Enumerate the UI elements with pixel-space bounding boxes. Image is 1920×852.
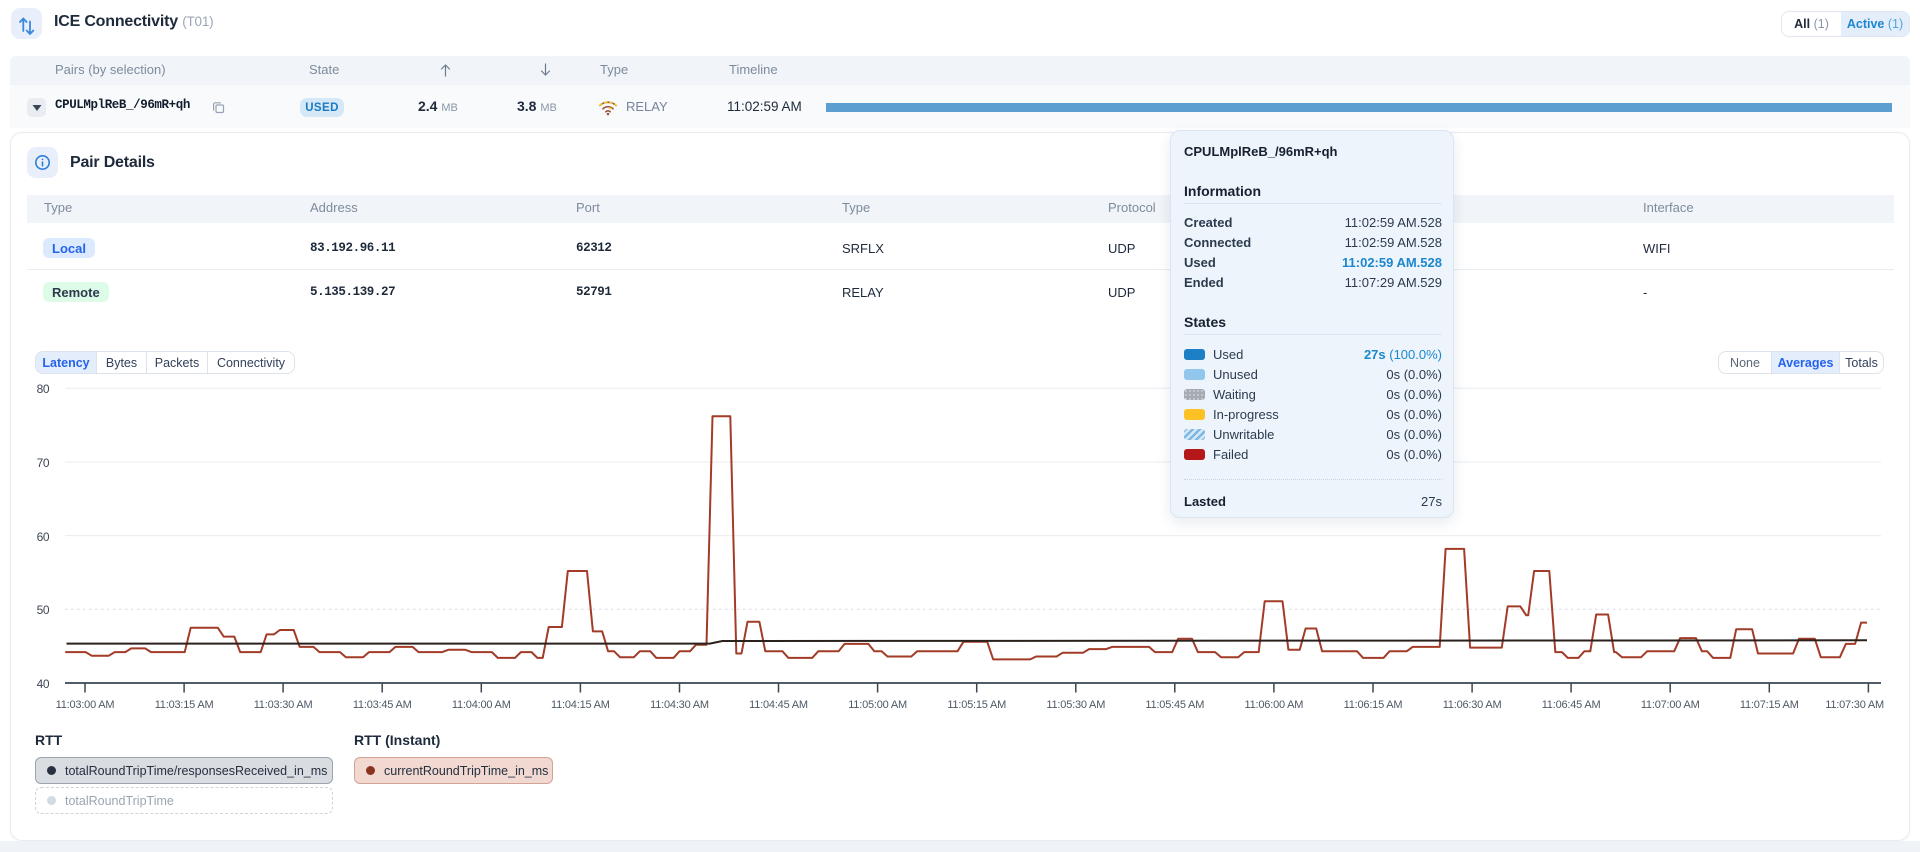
svg-text:11:04:45 AM: 11:04:45 AM	[749, 699, 808, 711]
svg-text:50: 50	[37, 603, 50, 617]
svg-text:11:06:45 AM: 11:06:45 AM	[1542, 699, 1601, 711]
svg-text:11:07:15 AM: 11:07:15 AM	[1740, 699, 1799, 711]
svg-text:11:03:00 AM: 11:03:00 AM	[56, 699, 115, 711]
svg-text:40: 40	[37, 677, 50, 691]
svg-text:11:03:45 AM: 11:03:45 AM	[353, 699, 412, 711]
svg-text:11:04:00 AM: 11:04:00 AM	[452, 699, 511, 711]
svg-text:11:04:15 AM: 11:04:15 AM	[551, 699, 610, 711]
svg-text:11:06:15 AM: 11:06:15 AM	[1344, 699, 1403, 711]
svg-text:70: 70	[37, 456, 50, 470]
svg-text:60: 60	[37, 530, 50, 544]
svg-text:11:07:00 AM: 11:07:00 AM	[1641, 699, 1700, 711]
svg-text:11:06:00 AM: 11:06:00 AM	[1245, 699, 1304, 711]
svg-text:80: 80	[37, 382, 50, 396]
svg-text:11:05:30 AM: 11:05:30 AM	[1046, 699, 1105, 711]
svg-text:11:03:15 AM: 11:03:15 AM	[155, 699, 214, 711]
svg-text:11:07:30 AM: 11:07:30 AM	[1825, 699, 1884, 711]
svg-text:11:05:00 AM: 11:05:00 AM	[848, 699, 907, 711]
svg-text:11:05:45 AM: 11:05:45 AM	[1145, 699, 1204, 711]
svg-text:11:03:30 AM: 11:03:30 AM	[254, 699, 313, 711]
svg-text:11:04:30 AM: 11:04:30 AM	[650, 699, 709, 711]
svg-text:11:06:30 AM: 11:06:30 AM	[1443, 699, 1502, 711]
svg-text:11:05:15 AM: 11:05:15 AM	[947, 699, 1006, 711]
